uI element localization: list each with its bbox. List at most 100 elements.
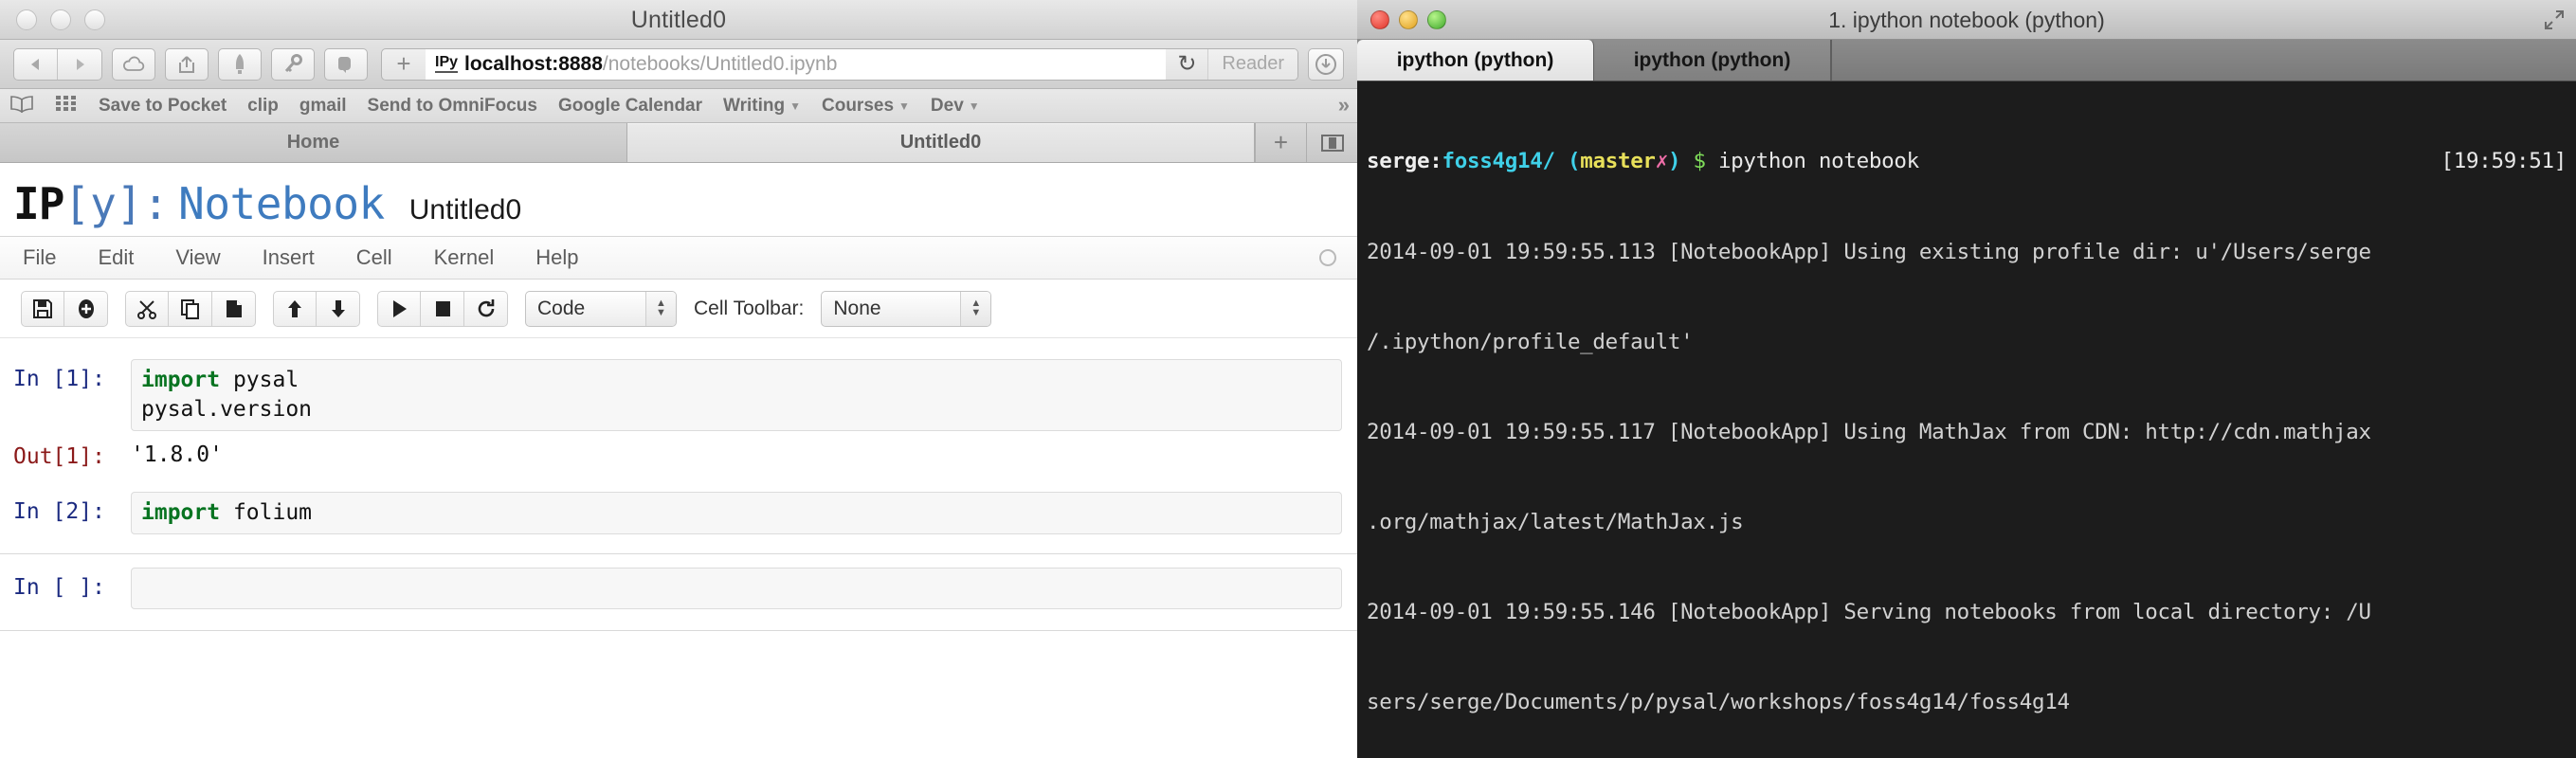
elephant-icon[interactable] bbox=[324, 47, 368, 81]
bookmark-item[interactable]: clip bbox=[247, 96, 279, 117]
safari-window: Untitled0 + IPy localhost:8888 /notebook… bbox=[0, 0, 1357, 758]
reload-icon[interactable]: ↻ bbox=[1166, 50, 1207, 78]
notebook-page: IP[y]: Notebook Untitled0 File Edit View … bbox=[0, 163, 1357, 758]
code-cell-selected[interactable]: In [ ]: bbox=[0, 554, 1357, 615]
input-prompt: In [1]: bbox=[13, 367, 105, 391]
menu-help[interactable]: Help bbox=[535, 245, 578, 270]
address-bar[interactable]: + IPy localhost:8888 /notebooks/Untitled… bbox=[381, 47, 1298, 81]
notebook-name[interactable]: Untitled0 bbox=[409, 194, 521, 226]
bookmark-label: Writing bbox=[723, 95, 786, 116]
url-path: /notebooks/Untitled0.ipynb bbox=[602, 52, 838, 75]
safari-titlebar: Untitled0 bbox=[0, 0, 1357, 40]
screenshot-root: Untitled0 + IPy localhost:8888 /notebook… bbox=[0, 0, 2576, 758]
new-tab-plus-icon[interactable]: + bbox=[382, 49, 426, 79]
browser-tab-home[interactable]: Home bbox=[0, 123, 627, 162]
menu-insert[interactable]: Insert bbox=[263, 245, 315, 270]
kernel-busy-indicator bbox=[1319, 249, 1336, 266]
menu-cell[interactable]: Cell bbox=[356, 245, 392, 270]
url-host: localhost:8888 bbox=[464, 52, 603, 75]
insert-cell-icon[interactable] bbox=[64, 290, 108, 327]
bookmarks-bar: Save to Pocket clip gmail Send to OmniFo… bbox=[0, 89, 1357, 123]
copy-icon[interactable] bbox=[169, 290, 212, 327]
back-forward-buttons[interactable] bbox=[13, 47, 102, 81]
window-title: Untitled0 bbox=[630, 7, 727, 33]
forward-arrow-icon[interactable] bbox=[58, 49, 101, 80]
bookmark-label: Google Calendar bbox=[557, 95, 703, 116]
code-cell[interactable]: In [2]: import folium bbox=[0, 475, 1357, 540]
paste-icon[interactable] bbox=[212, 290, 256, 327]
code-editor[interactable]: import folium bbox=[131, 492, 1342, 535]
bookmark-folder[interactable]: Courses ▼ bbox=[822, 96, 910, 117]
share-button[interactable] bbox=[165, 47, 209, 81]
tab-overview-icon[interactable] bbox=[1306, 123, 1357, 162]
code-cell[interactable]: In [1]: import pysal pysal.version bbox=[0, 359, 1357, 437]
move-up-icon[interactable] bbox=[273, 290, 317, 327]
restart-kernel-icon[interactable] bbox=[464, 290, 508, 327]
prompt-user: serge bbox=[1367, 149, 1430, 174]
terminal-window: 1. ipython notebook (python) ipython (py… bbox=[1357, 0, 2576, 758]
bookmark-label: Dev bbox=[930, 95, 964, 116]
cell-toolbar-label: Cell Toolbar: bbox=[694, 297, 805, 319]
reader-button[interactable]: Reader bbox=[1207, 48, 1297, 80]
bookmark-folder[interactable]: Writing ▼ bbox=[723, 96, 801, 117]
menu-file[interactable]: File bbox=[23, 245, 56, 270]
fullscreen-icon[interactable] bbox=[2544, 9, 2565, 35]
run-cell-icon[interactable] bbox=[377, 290, 421, 327]
chevron-updown-icon[interactable]: ▲ ▼ bbox=[645, 291, 676, 326]
back-arrow-icon[interactable] bbox=[14, 48, 58, 80]
terminal-tab-1[interactable]: ipython (python) bbox=[1357, 40, 1594, 81]
bookmark-item[interactable]: Google Calendar bbox=[558, 96, 702, 117]
output-prompt: Out[1]: bbox=[13, 444, 105, 470]
toolbar-group-move bbox=[273, 290, 360, 327]
input-prompt: In [2]: bbox=[13, 499, 105, 525]
menu-kernel[interactable]: Kernel bbox=[434, 245, 495, 270]
menu-view[interactable]: View bbox=[175, 245, 220, 270]
bookmark-item[interactable]: Send to OmniFocus bbox=[368, 96, 537, 117]
code-editor[interactable] bbox=[131, 568, 1342, 610]
stop-kernel-icon[interactable] bbox=[421, 290, 464, 327]
chevron-updown-icon[interactable]: ▲ ▼ bbox=[960, 291, 991, 326]
bookmarks-overflow-icon[interactable]: » bbox=[1338, 93, 1350, 117]
notebook-menubar: File Edit View Insert Cell Kernel Help bbox=[0, 236, 1357, 280]
icloud-tabs-button[interactable] bbox=[112, 47, 155, 81]
terminal-log-line: 2014-09-01 19:59:55.113 [NotebookApp] Us… bbox=[1367, 239, 2371, 264]
bookmark-label: Save to Pocket bbox=[99, 95, 227, 116]
terminal-log-line: 2014-09-01 19:59:55.146 [NotebookApp] Se… bbox=[1367, 600, 2371, 625]
bookmark-folder[interactable]: Dev ▼ bbox=[931, 96, 980, 117]
toolbar-group-edit bbox=[125, 290, 256, 327]
cut-icon[interactable] bbox=[125, 290, 169, 327]
chevron-down-icon: ▼ bbox=[898, 99, 910, 113]
address-bar-text[interactable]: IPy localhost:8888 /notebooks/Untitled0.… bbox=[426, 48, 1167, 80]
terminal-output[interactable]: serge:foss4g14/ (master✗) $ ipython note… bbox=[1357, 81, 2576, 758]
key-icon[interactable] bbox=[271, 47, 315, 81]
prompt-open-paren: ( bbox=[1567, 149, 1581, 174]
notebook-header: IP[y]: Notebook Untitled0 bbox=[0, 163, 1357, 236]
save-icon[interactable] bbox=[21, 290, 64, 327]
terminal-window-title: 1. ipython notebook (python) bbox=[1828, 8, 2105, 32]
logo-ip: IP bbox=[13, 178, 64, 229]
rocket-icon[interactable] bbox=[218, 47, 262, 81]
top-sites-icon[interactable] bbox=[55, 94, 78, 118]
code-editor[interactable]: import pysal pysal.version bbox=[131, 359, 1342, 432]
cell-toolbar-value: None bbox=[833, 297, 881, 319]
move-down-icon[interactable] bbox=[317, 290, 360, 327]
cell-type-select[interactable]: Code ▲ ▼ bbox=[525, 290, 677, 327]
browser-tab-untitled0[interactable]: Untitled0 bbox=[627, 123, 1255, 162]
downloads-button[interactable] bbox=[1308, 47, 1344, 81]
show-sidebar-icon[interactable] bbox=[9, 94, 34, 118]
cell-toolbar-select[interactable]: None ▲ ▼ bbox=[821, 290, 992, 327]
bookmark-label: Courses bbox=[822, 95, 895, 116]
bookmark-item[interactable]: gmail bbox=[299, 96, 347, 117]
ipython-logo[interactable]: IP[y]: Notebook bbox=[13, 182, 385, 226]
bookmark-item[interactable]: Save to Pocket bbox=[99, 96, 227, 117]
logo-notebook-word: Notebook bbox=[178, 178, 385, 229]
safari-tab-bar: Home Untitled0 + bbox=[0, 123, 1357, 163]
prompt-git-dirty-icon: ✗ bbox=[1655, 149, 1669, 174]
terminal-titlebar: 1. ipython notebook (python) bbox=[1357, 0, 2576, 40]
new-tab-button[interactable]: + bbox=[1255, 123, 1306, 162]
logo-bracket: [y]: bbox=[63, 178, 170, 229]
terminal-tab-2[interactable]: ipython (python) bbox=[1594, 40, 1831, 81]
keyword-token: import bbox=[141, 368, 221, 392]
cell-divider bbox=[0, 630, 1357, 632]
menu-edit[interactable]: Edit bbox=[98, 245, 134, 270]
